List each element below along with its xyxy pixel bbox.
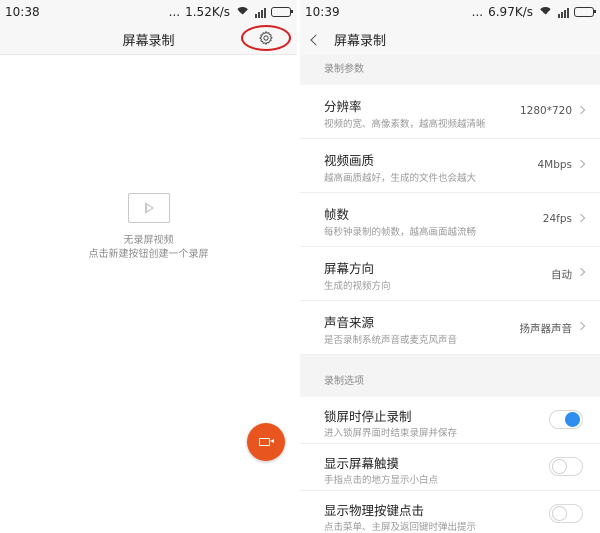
status-network-speed: 6.97K/s — [488, 5, 533, 19]
section-header-recording-options: 录制选项 — [300, 367, 600, 397]
gear-icon — [259, 31, 273, 45]
empty-title: 无录屏视频 — [123, 235, 174, 246]
setting-value: 4Mbps — [537, 159, 572, 171]
option-subtitle: 手指点击的地方显示小白点 — [324, 475, 439, 486]
battery-icon — [271, 7, 293, 17]
setting-value: 扬声器声音 — [519, 323, 573, 335]
setting-subtitle: 是否录制系统声音或麦克风声音 — [324, 335, 458, 346]
empty-state — [0, 56, 297, 533]
status-network-speed: 1.52K/s — [185, 5, 230, 19]
setting-title: 视频画质 — [324, 153, 375, 168]
stop-on-lock-toggle[interactable] — [549, 410, 583, 429]
setting-subtitle: 每秒钟录制的帧数，越高画面越流畅 — [324, 227, 477, 238]
option-title: 显示物理按键点击 — [324, 503, 425, 518]
video-camera-icon — [259, 438, 274, 446]
setting-audio-source[interactable]: 声音来源 是否录制系统声音或麦克风声音 扬声器声音 — [300, 301, 600, 355]
option-stop-on-lock: 锁屏时停止录制 进入锁屏界面时结束录屏并保存 — [300, 397, 600, 444]
signal-icon — [255, 7, 266, 18]
new-recording-button[interactable] — [247, 423, 285, 461]
page-title: 屏幕录制 — [122, 33, 175, 49]
settings-button[interactable] — [241, 25, 291, 51]
option-show-touches: 显示屏幕触摸 手指点击的地方显示小白点 — [300, 444, 600, 491]
section-gap — [300, 355, 600, 367]
status-bar: 10:39 ... 6.97K/s — [300, 0, 600, 24]
chevron-right-icon — [576, 321, 586, 331]
setting-title: 分辨率 — [324, 99, 362, 114]
status-bar: 10:38 ... 1.52K/s — [0, 0, 297, 24]
setting-video-quality[interactable]: 视频画质 越高画质越好，生成的文件也会越大 4Mbps — [300, 139, 600, 193]
empty-hint: 点击新建按钮创建一个录屏 — [88, 249, 209, 260]
setting-value: 1280*720 — [519, 105, 572, 117]
recordings-screen: 10:38 ... 1.52K/s 屏幕录制 无录屏视频 点击新建按钮创建一个录… — [0, 0, 297, 533]
settings-screen: 10:39 ... 6.97K/s 屏幕录制 录制参数 分辨率 视频的宽、高像素… — [300, 0, 600, 533]
screenshot-composite: 10:38 ... 1.52K/s 屏幕录制 无录屏视频 点击新建按钮创建一个录… — [0, 0, 600, 533]
setting-title: 声音来源 — [324, 315, 375, 330]
page-title: 屏幕录制 — [334, 34, 387, 49]
setting-title: 屏幕方向 — [324, 261, 375, 276]
wifi-icon — [538, 6, 553, 18]
setting-title: 帧数 — [324, 207, 350, 222]
setting-resolution[interactable]: 分辨率 视频的宽、高像素数，越高视频越清晰 1280*720 — [300, 85, 600, 139]
section-header-recording-params: 录制参数 — [300, 55, 600, 85]
chevron-right-icon — [576, 105, 586, 115]
chevron-right-icon — [576, 267, 586, 277]
setting-orientation[interactable]: 屏幕方向 生成的视频方向 自动 — [300, 247, 600, 301]
battery-icon — [574, 7, 596, 17]
wifi-icon — [235, 6, 250, 18]
chevron-right-icon — [576, 213, 586, 223]
option-title: 锁屏时停止录制 — [324, 409, 412, 424]
play-icon — [128, 193, 170, 223]
show-key-presses-toggle[interactable] — [549, 504, 583, 523]
setting-subtitle: 视频的宽、高像素数，越高视频越清晰 — [324, 119, 486, 130]
option-show-key-presses: 显示物理按键点击 点击菜单、主屏及返回键时弹出提示 — [300, 491, 600, 533]
status-dots: ... — [471, 5, 484, 19]
app-bar: 屏幕录制 — [300, 24, 600, 55]
setting-frame-rate[interactable]: 帧数 每秒钟录制的帧数，越高画面越流畅 24fps — [300, 193, 600, 247]
setting-subtitle: 生成的视频方向 — [324, 281, 391, 292]
status-dots: ... — [168, 5, 181, 19]
option-title: 显示屏幕触摸 — [324, 456, 400, 471]
setting-value: 24fps — [542, 213, 572, 225]
status-time: 10:39 — [305, 5, 340, 19]
app-bar: 屏幕录制 — [0, 24, 297, 55]
option-subtitle: 点击菜单、主屏及返回键时弹出提示 — [324, 522, 477, 533]
show-touches-toggle[interactable] — [549, 457, 583, 476]
signal-icon — [558, 7, 569, 18]
option-subtitle: 进入锁屏界面时结束录屏并保存 — [324, 428, 458, 439]
back-chevron-icon[interactable] — [310, 33, 322, 46]
chevron-right-icon — [576, 159, 586, 169]
setting-subtitle: 越高画质越好，生成的文件也会越大 — [324, 173, 477, 184]
setting-value: 自动 — [551, 269, 572, 281]
status-time: 10:38 — [5, 5, 40, 19]
